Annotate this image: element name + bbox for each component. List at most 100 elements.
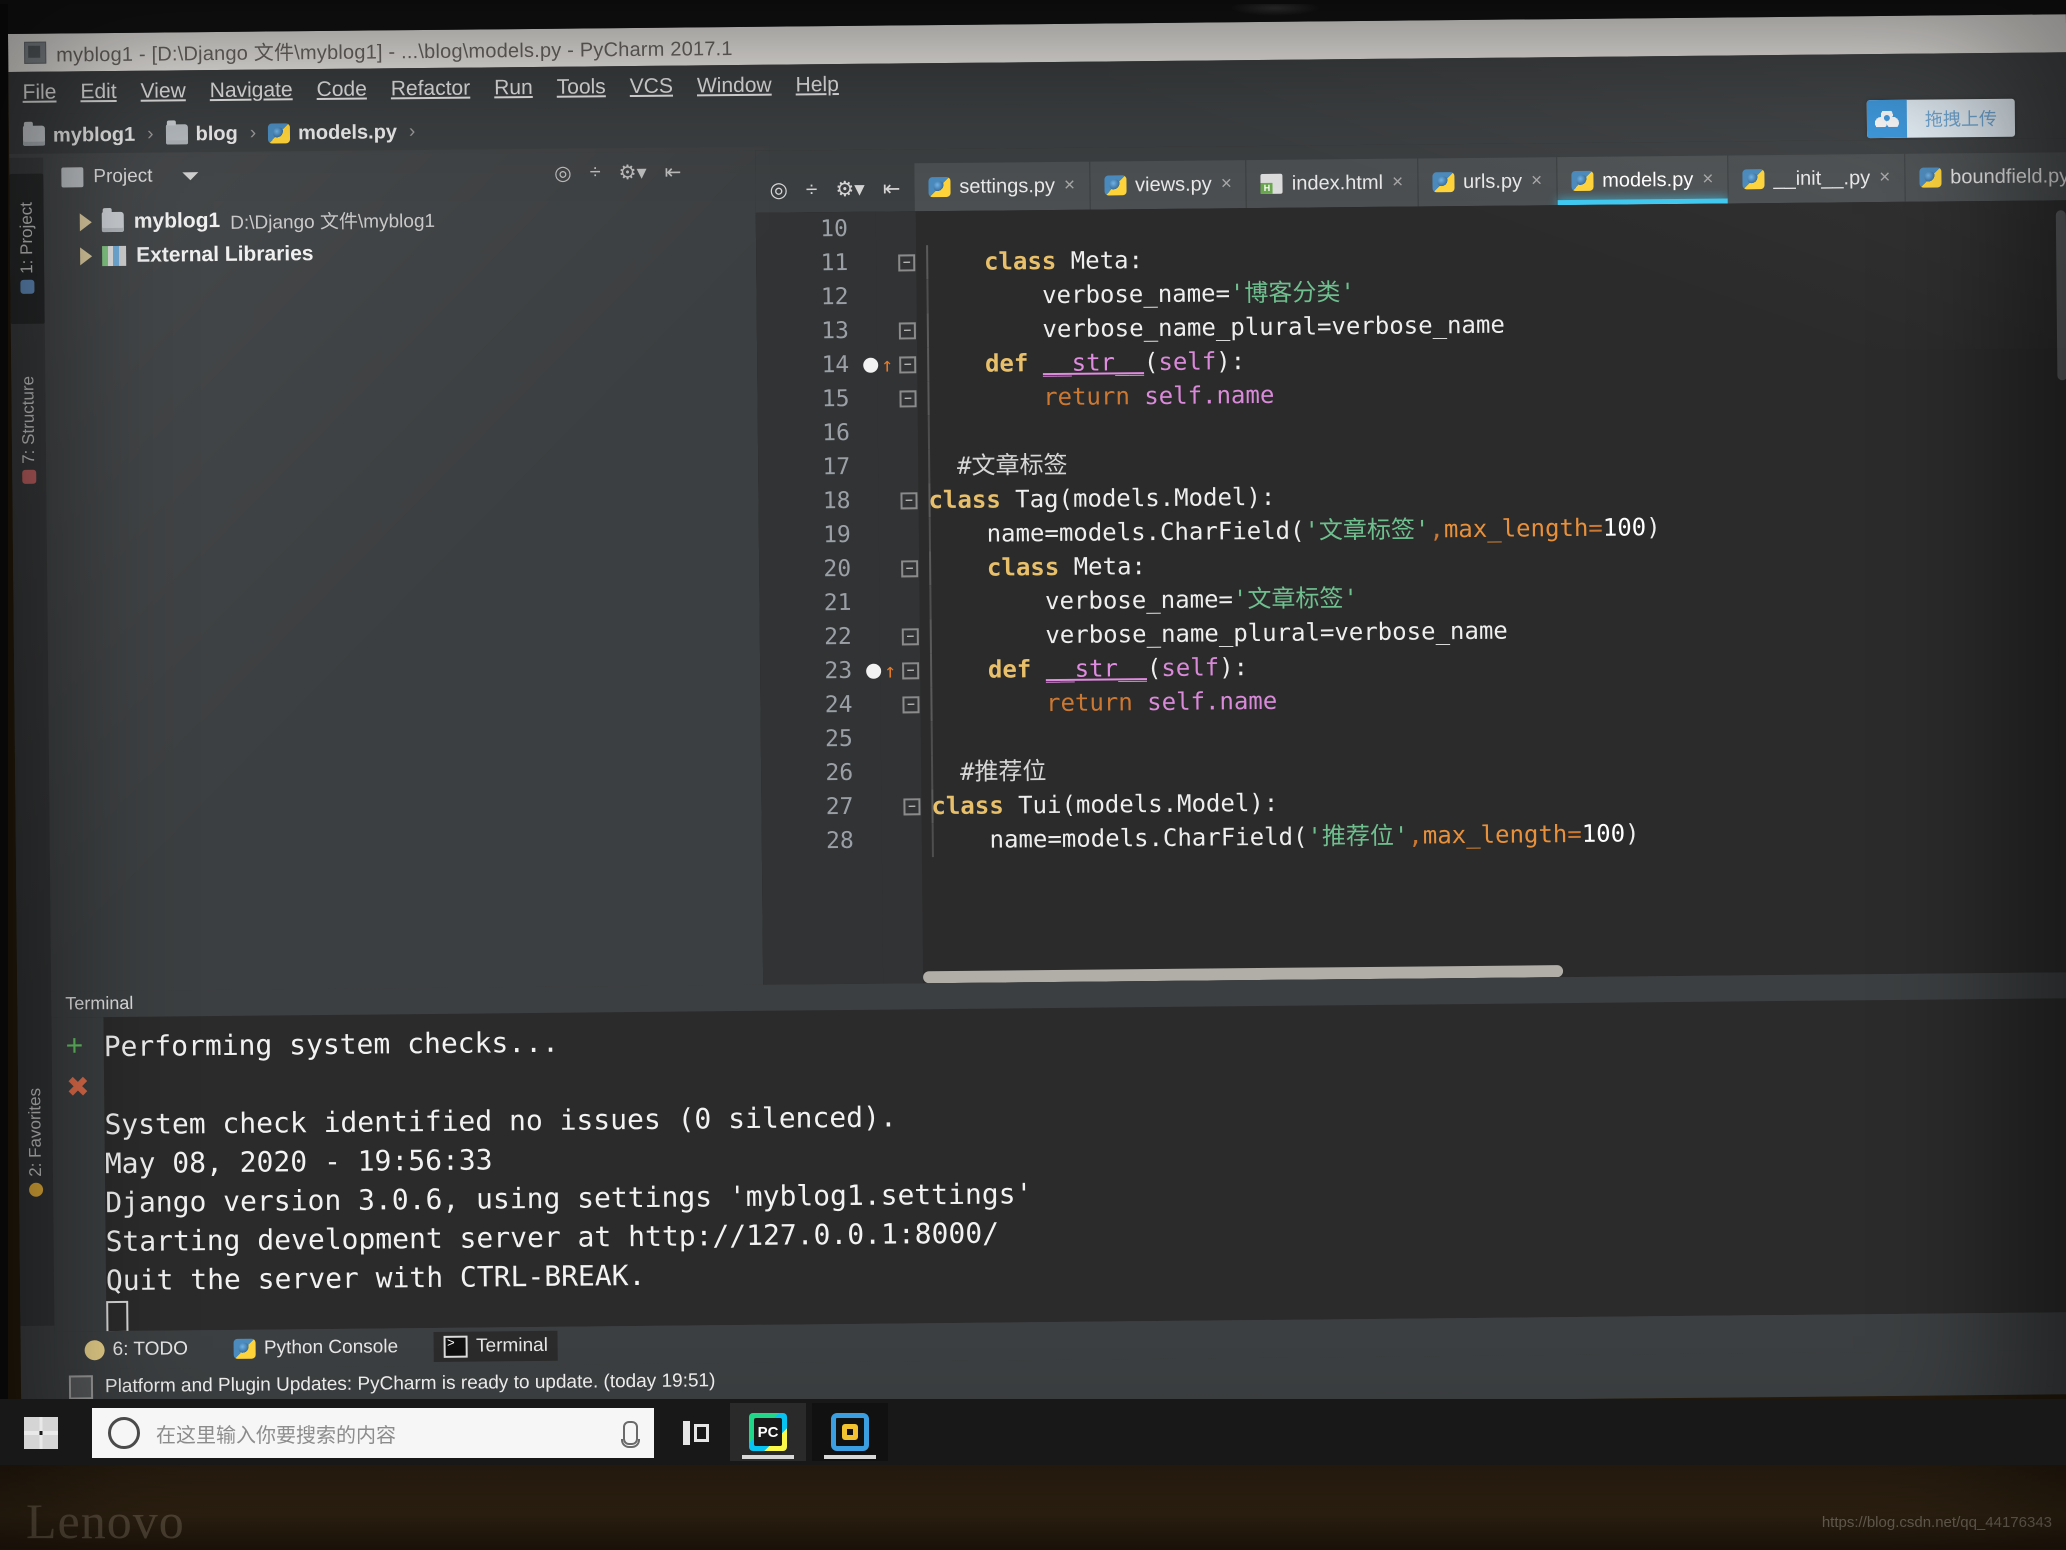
fold-collapse-icon[interactable]: − bbox=[901, 560, 919, 578]
tool-window-button-favorites[interactable]: 2: Favorites bbox=[18, 1063, 54, 1243]
tool-window-terminal[interactable]: Terminal bbox=[433, 1330, 559, 1362]
locate-icon[interactable]: ◎ bbox=[769, 178, 788, 203]
override-arrow-icon[interactable]: ↑ bbox=[884, 659, 896, 683]
gutter-marks[interactable] bbox=[861, 517, 932, 552]
gutter-marks[interactable]: − bbox=[859, 313, 930, 348]
line-number: 14 bbox=[821, 351, 850, 379]
expand-arrow-icon[interactable] bbox=[80, 247, 93, 266]
fold-end-icon[interactable]: − bbox=[901, 628, 919, 646]
fold-end-icon[interactable]: − bbox=[898, 322, 916, 340]
gutter-marks[interactable]: ↑ − bbox=[859, 347, 930, 382]
notification-icon[interactable] bbox=[68, 1375, 94, 1400]
fold-end-icon[interactable]: − bbox=[899, 390, 917, 408]
gutter-marks[interactable] bbox=[858, 211, 926, 246]
terminal-body[interactable]: + ✖ Performing system checks... System c… bbox=[51, 998, 2066, 1334]
tool-window-python-console[interactable]: Python Console bbox=[224, 1332, 408, 1364]
menu-item-file[interactable]: File bbox=[22, 81, 56, 105]
editor-tab-models-py[interactable]: models.py × bbox=[1556, 155, 1729, 206]
tool-window-button-project[interactable]: 1: Project bbox=[9, 173, 45, 324]
breadcrumb-item-modelspy[interactable]: models.py bbox=[267, 121, 397, 145]
gutter-marks[interactable]: − bbox=[863, 789, 934, 824]
gutter-marks[interactable]: − bbox=[858, 245, 929, 280]
settings-gear-icon[interactable]: ⚙▾ bbox=[835, 177, 865, 202]
fold-collapse-icon[interactable]: − bbox=[900, 492, 918, 510]
settings-gear-icon[interactable]: ⚙▾ bbox=[619, 160, 647, 185]
fold-collapse-icon[interactable]: − bbox=[899, 356, 917, 374]
locate-icon[interactable]: ◎ bbox=[554, 161, 572, 186]
tool-window-button-structure[interactable]: 7: Structure bbox=[11, 354, 47, 524]
fold-collapse-icon[interactable]: − bbox=[898, 254, 916, 272]
menu-item-tools[interactable]: Tools bbox=[557, 75, 606, 99]
gutter-marks[interactable] bbox=[861, 585, 932, 620]
close-icon[interactable]: × bbox=[1879, 167, 1890, 189]
windows-logo-icon[interactable] bbox=[24, 1417, 58, 1449]
gutter-marks[interactable]: − bbox=[859, 381, 930, 416]
gutter-marks[interactable]: − bbox=[862, 619, 932, 654]
fold-end-icon[interactable]: − bbox=[902, 696, 920, 714]
hide-icon[interactable]: ⇤ bbox=[664, 160, 681, 185]
editor-tab-init-py[interactable]: __init__.py × bbox=[1728, 153, 1906, 204]
tool-window-todo[interactable]: 6: TODO bbox=[74, 1334, 198, 1365]
gutter-marks[interactable] bbox=[863, 755, 934, 790]
task-view-button[interactable] bbox=[668, 1408, 724, 1458]
collapse-icon[interactable]: ÷ bbox=[806, 178, 818, 202]
expand-arrow-icon[interactable] bbox=[79, 213, 92, 232]
taskbar-app-virtualbox[interactable] bbox=[812, 1403, 888, 1461]
menu-item-edit[interactable]: Edit bbox=[80, 80, 116, 104]
hide-icon[interactable]: ⇤ bbox=[883, 176, 901, 201]
fold-collapse-icon[interactable]: − bbox=[903, 798, 921, 816]
taskbar-app-pycharm[interactable] bbox=[730, 1403, 806, 1461]
close-icon[interactable]: × bbox=[1702, 169, 1713, 191]
microphone-icon[interactable] bbox=[621, 1421, 640, 1448]
chevron-down-icon[interactable] bbox=[182, 172, 199, 181]
gutter-marks[interactable]: − bbox=[861, 551, 932, 586]
menu-item-window[interactable]: Window bbox=[697, 74, 772, 99]
menu-item-refactor[interactable]: Refactor bbox=[391, 77, 471, 102]
code-token: ( bbox=[1146, 653, 1162, 683]
taskbar-search-box[interactable]: 在这里输入你要搜索的内容 bbox=[92, 1408, 654, 1458]
code-editor[interactable]: 10 11− class Meta: 12 verbose_name='博客分类' 1… bbox=[755, 200, 2066, 985]
breakpoint-icon[interactable] bbox=[866, 663, 882, 679]
menu-item-code[interactable]: Code bbox=[316, 78, 366, 102]
baidu-netdisk-upload-widget[interactable]: 拖拽上传 bbox=[1866, 98, 2016, 139]
line-number: 16 bbox=[822, 419, 850, 447]
editor-tab-index-html[interactable]: index.html × bbox=[1246, 158, 1419, 209]
search-input[interactable]: 在这里输入你要搜索的内容 bbox=[156, 1419, 607, 1448]
close-icon[interactable]: × bbox=[1531, 170, 1542, 192]
breakpoint-icon[interactable] bbox=[863, 357, 879, 373]
close-icon[interactable]: × bbox=[1064, 175, 1075, 197]
gutter-marks[interactable] bbox=[863, 721, 933, 756]
cortana-circle-icon[interactable] bbox=[108, 1417, 140, 1449]
gutter-marks[interactable]: − bbox=[860, 483, 931, 518]
scrollbar-thumb[interactable] bbox=[2055, 210, 2066, 381]
override-arrow-icon[interactable]: ↑ bbox=[881, 353, 893, 377]
breadcrumb-item-blog[interactable]: blog bbox=[165, 122, 238, 146]
editor-tab-boundfield-py[interactable]: boundfield.py × bbox=[1905, 151, 2066, 202]
collapse-all-icon[interactable]: ÷ bbox=[590, 161, 601, 184]
editor-tab-settings-py[interactable]: settings.py × bbox=[914, 161, 1091, 212]
gutter-marks[interactable]: − bbox=[862, 687, 933, 722]
stop-x-icon[interactable]: ✖ bbox=[66, 1071, 90, 1102]
project-panel-title: Project bbox=[93, 165, 153, 188]
close-icon[interactable]: × bbox=[1392, 172, 1403, 194]
menu-item-help[interactable]: Help bbox=[796, 73, 839, 97]
fold-collapse-icon[interactable]: − bbox=[902, 662, 920, 680]
breadcrumb-item-myblog1[interactable]: myblog1 bbox=[22, 123, 135, 147]
editor-tab-urls-py[interactable]: urls.py × bbox=[1417, 157, 1558, 207]
project-tree-row-external-libraries[interactable]: External Libraries bbox=[44, 233, 756, 274]
menu-item-vcs[interactable]: VCS bbox=[630, 75, 673, 99]
gutter-marks[interactable] bbox=[860, 449, 931, 484]
code-lines[interactable]: 10 11− class Meta: 12 verbose_name='博客分类' 1… bbox=[756, 200, 2066, 859]
run-plus-icon[interactable]: + bbox=[66, 1029, 84, 1062]
gutter-marks[interactable]: ↑ − bbox=[862, 653, 933, 688]
menu-item-navigate[interactable]: Navigate bbox=[210, 78, 293, 103]
fold-region-line bbox=[927, 381, 930, 416]
menu-item-view[interactable]: View bbox=[140, 79, 185, 103]
editor-tab-views-py[interactable]: views.py × bbox=[1089, 160, 1248, 210]
gutter-marks[interactable] bbox=[864, 823, 934, 858]
gutter-marks[interactable] bbox=[860, 415, 931, 450]
close-icon[interactable]: × bbox=[1221, 173, 1232, 195]
menu-item-run[interactable]: Run bbox=[494, 76, 533, 100]
gutter-marks[interactable] bbox=[858, 279, 929, 314]
